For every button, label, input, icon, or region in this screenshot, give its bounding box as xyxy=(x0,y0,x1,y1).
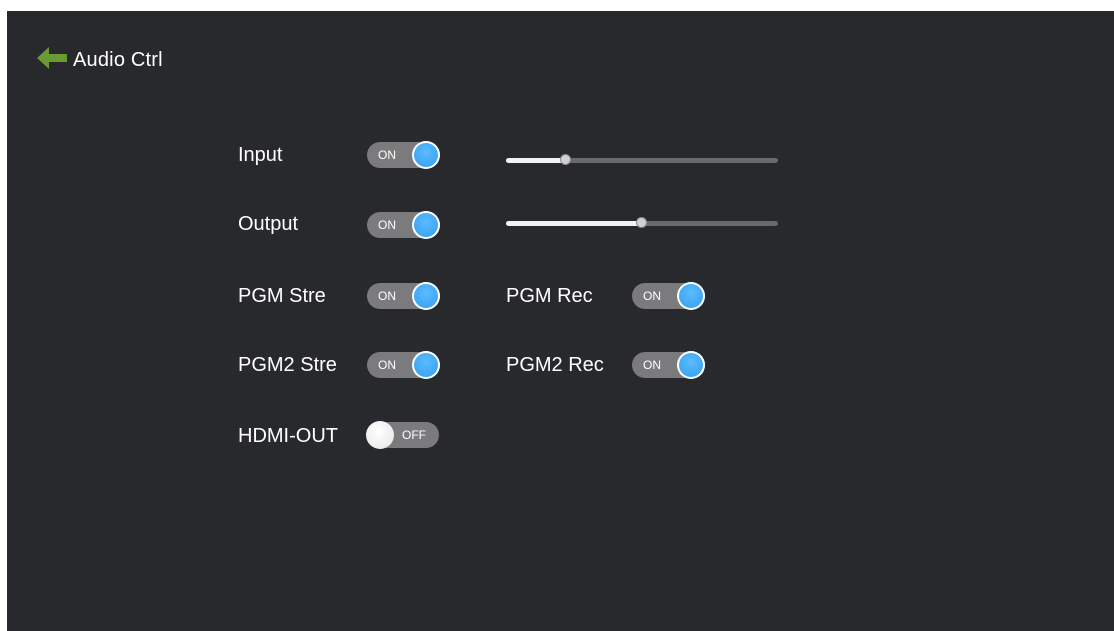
toggle-knob xyxy=(366,421,394,449)
pgm-rec-label: PGM Rec xyxy=(506,285,593,307)
toggle-state-text: ON xyxy=(643,289,661,303)
toggle-state-text: ON xyxy=(643,358,661,372)
slider-fill xyxy=(506,158,566,163)
pgm2-rec-toggle[interactable]: ON xyxy=(632,351,705,379)
slider-thumb[interactable] xyxy=(636,217,647,228)
header: Audio Ctrl xyxy=(35,45,163,75)
hdmi-out-label: HDMI-OUT xyxy=(238,425,338,447)
pgm-stre-label: PGM Stre xyxy=(238,285,326,307)
pgm2-stre-toggle[interactable]: ON xyxy=(367,351,440,379)
toggle-state-text: ON xyxy=(378,289,396,303)
output-toggle[interactable]: ON xyxy=(367,211,440,239)
page-title: Audio Ctrl xyxy=(73,48,163,71)
toggle-state-text: ON xyxy=(378,358,396,372)
toggle-knob xyxy=(677,282,705,310)
toggle-knob xyxy=(412,211,440,239)
toggle-knob xyxy=(412,141,440,169)
pgm-rec-toggle[interactable]: ON xyxy=(632,282,705,310)
slider-thumb[interactable] xyxy=(560,154,571,165)
toggle-state-text: ON xyxy=(378,148,396,162)
toggle-knob xyxy=(412,351,440,379)
arrow-left-icon xyxy=(35,45,69,76)
output-label: Output xyxy=(238,213,299,235)
hdmi-out-toggle[interactable]: OFF xyxy=(366,421,439,449)
audio-ctrl-screen: Audio Ctrl Input ON Output ON PGM Stre O… xyxy=(7,11,1114,631)
pgm-stre-toggle[interactable]: ON xyxy=(367,282,440,310)
output-level-slider[interactable] xyxy=(506,215,778,231)
toggle-knob xyxy=(412,282,440,310)
pgm2-rec-label: PGM2 Rec xyxy=(506,354,604,376)
input-label: Input xyxy=(238,144,283,166)
toggle-state-text: OFF xyxy=(402,428,426,442)
toggle-knob xyxy=(677,351,705,379)
toggle-state-text: ON xyxy=(378,218,396,232)
slider-fill xyxy=(506,221,642,226)
input-level-slider[interactable] xyxy=(506,152,778,168)
pgm2-stre-label: PGM2 Stre xyxy=(238,354,337,376)
input-toggle[interactable]: ON xyxy=(367,141,440,169)
back-button[interactable] xyxy=(35,45,73,75)
